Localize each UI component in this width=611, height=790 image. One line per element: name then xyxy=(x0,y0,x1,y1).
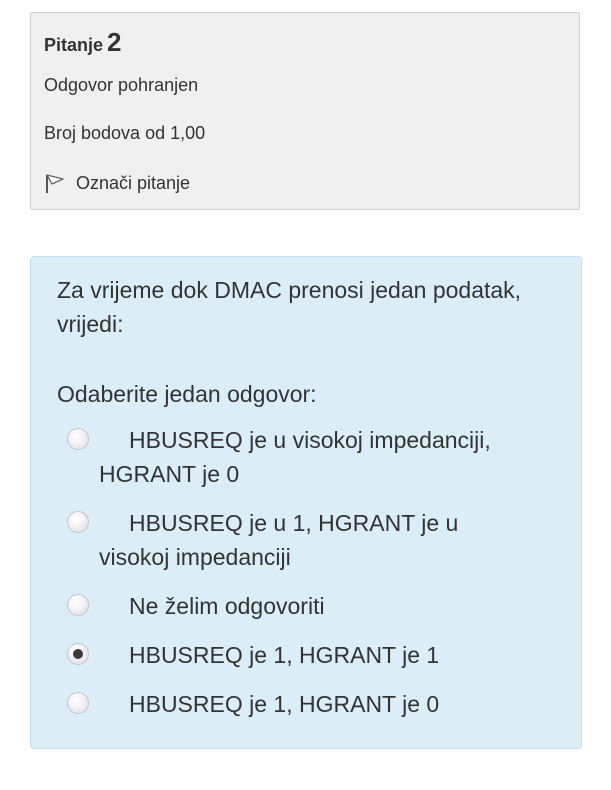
answer-radio-4[interactable] xyxy=(67,643,89,665)
question-state: Odgovor pohranjen xyxy=(44,75,199,95)
answer-label-1: HBUSREQ je u visokoj impedanciji, HGRANT… xyxy=(99,427,491,487)
question-mark: Broj bodova od 1,00 xyxy=(44,123,206,143)
flag-question-link[interactable]: Označi pitanje xyxy=(44,171,190,195)
question-info-panel: Pitanje 2 Odgovor pohranjen Broj bodova o… xyxy=(30,12,580,210)
answer-label-2: HBUSREQ je u 1, HGRANT je u visokoj impe… xyxy=(99,510,459,570)
answer-radio-1[interactable] xyxy=(67,428,89,450)
answer-radio-3[interactable] xyxy=(67,594,89,616)
answer-label-3: Ne želim odgovoriti xyxy=(129,593,325,619)
answer-radio-5[interactable] xyxy=(67,692,89,714)
answer-radio-2[interactable] xyxy=(67,511,89,533)
question-heading-label: Pitanje xyxy=(44,35,104,55)
flag-icon xyxy=(44,171,66,195)
answer-label-5: HBUSREQ je 1, HGRANT je 0 xyxy=(129,691,440,717)
question-heading: Pitanje 2 xyxy=(44,27,122,58)
question-number: 2 xyxy=(107,27,122,57)
question-content-panel: Za vrijeme dok DMAC prenosi jedan podata… xyxy=(30,256,582,749)
answer-label-4: HBUSREQ je 1, HGRANT je 1 xyxy=(129,642,440,668)
flag-question-label: Označi pitanje xyxy=(76,172,191,193)
answer-list: HBUSREQ je u visokoj impedanciji, HGRANT… xyxy=(31,257,581,748)
